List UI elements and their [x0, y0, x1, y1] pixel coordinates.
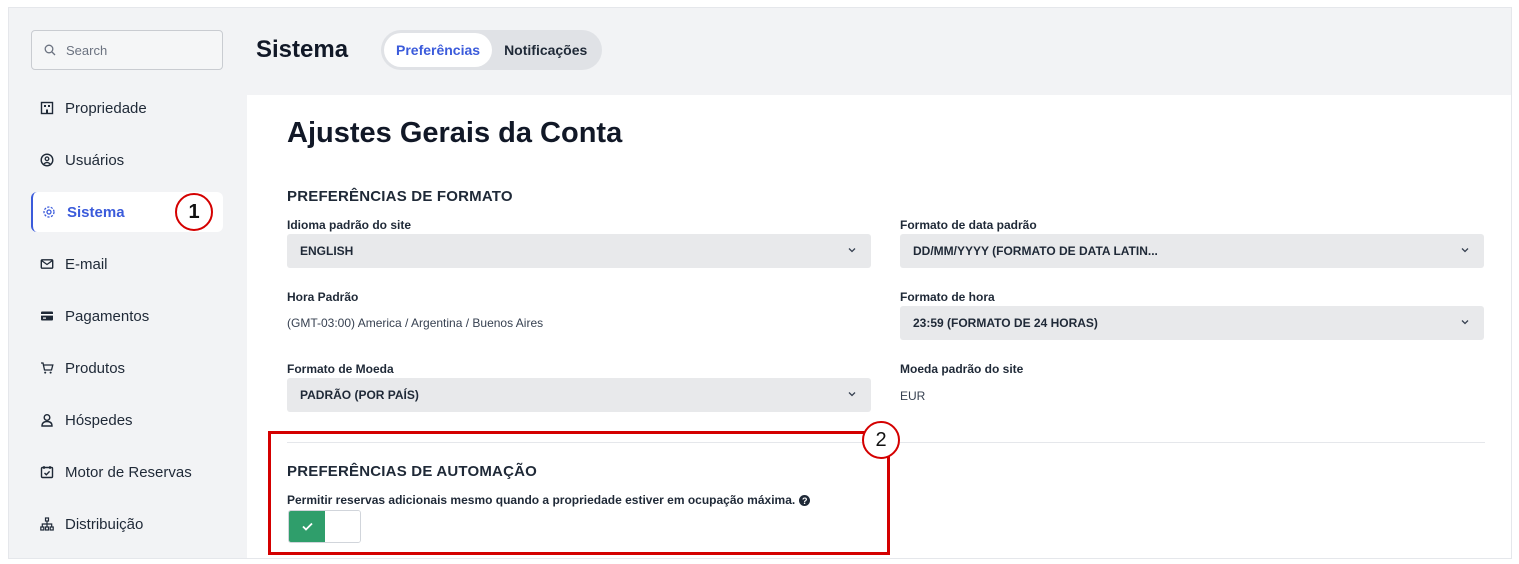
sidebar-item-usuarios[interactable]: Usuários — [31, 140, 223, 180]
search-icon — [44, 44, 56, 56]
sidebar-item-produtos[interactable]: Produtos — [31, 348, 223, 388]
search-input[interactable]: Search — [31, 30, 223, 70]
annotation-badge-2: 2 — [862, 421, 900, 459]
sidebar-item-label: E-mail — [65, 255, 108, 273]
chevron-down-icon — [848, 248, 856, 253]
language-value: ENGLISH — [300, 244, 354, 258]
user-icon — [39, 412, 55, 428]
sidebar-item-label: Pagamentos — [65, 307, 150, 325]
format-section-title: PREFERÊNCIAS DE FORMATO — [287, 188, 513, 205]
search-placeholder: Search — [66, 42, 108, 58]
sidebar-item-label: Motor de Reservas — [65, 463, 192, 481]
building-icon — [39, 100, 55, 116]
sidebar-item-propriedade[interactable]: Propriedade — [31, 88, 223, 128]
time-label: Hora Padrão — [287, 290, 359, 304]
currency-label: Moeda padrão do site — [900, 362, 1024, 376]
tab-preferencias[interactable]: Preferências — [384, 33, 493, 67]
hour-format-select[interactable]: 23:59 (FORMATO DE 24 HORAS) — [900, 306, 1484, 340]
annotation-highlight-box — [268, 431, 890, 555]
annotation-badge-1: 1 — [175, 193, 213, 231]
section-heading: Ajustes Gerais da Conta — [287, 117, 623, 149]
sidebar-item-pagamentos[interactable]: Pagamentos — [31, 296, 223, 336]
calendar-check-icon — [39, 464, 55, 480]
sidebar-nav: Propriedade Usuários Sistema 1 E-mail Pa… — [31, 88, 223, 556]
tab-notificacoes[interactable]: Notificações — [492, 33, 599, 67]
chevron-down-icon — [1461, 320, 1469, 325]
gear-icon — [41, 204, 57, 220]
date-format-label: Formato de data padrão — [900, 218, 1037, 232]
sidebar-item-label: Produtos — [65, 359, 126, 377]
sidebar-item-hospedes[interactable]: Hóspedes — [31, 400, 223, 440]
credit-card-icon — [39, 308, 55, 324]
hour-format-value: 23:59 (FORMATO DE 24 HORAS) — [913, 316, 1098, 330]
language-label: Idioma padrão do site — [287, 218, 412, 232]
language-select[interactable]: ENGLISH — [287, 234, 871, 268]
hour-format-label: Formato de hora — [900, 290, 995, 304]
tab-bar: Preferências Notificações — [381, 30, 603, 70]
date-format-value: DD/MM/YYYY (FORMATO DE DATA LATIN... — [913, 244, 1158, 258]
app-frame: Search Propriedade Usuários Sistema 1 E-… — [8, 7, 1512, 559]
cart-icon — [39, 360, 55, 376]
sidebar-item-label: Sistema — [67, 203, 125, 221]
date-format-select[interactable]: DD/MM/YYYY (FORMATO DE DATA LATIN... — [900, 234, 1484, 268]
sidebar-item-label: Hóspedes — [65, 411, 133, 429]
sidebar-item-sistema[interactable]: Sistema 1 — [31, 192, 223, 232]
time-value: (GMT-03:00) America / Argentina / Buenos… — [287, 316, 544, 330]
sidebar-item-motor-de-reservas[interactable]: Motor de Reservas — [31, 452, 223, 492]
currency-value: EUR — [900, 389, 926, 403]
chevron-down-icon — [848, 392, 856, 397]
currency-format-value: PADRÃO (POR PAÍS) — [300, 388, 419, 402]
sidebar-item-email[interactable]: E-mail — [31, 244, 223, 284]
sidebar-item-distribuicao[interactable]: Distribuição — [31, 504, 223, 544]
page-title: Sistema — [256, 36, 349, 63]
user-circle-icon — [39, 152, 55, 168]
currency-format-select[interactable]: PADRÃO (POR PAÍS) — [287, 378, 871, 412]
chevron-down-icon — [1461, 248, 1469, 253]
hierarchy-icon — [39, 516, 55, 532]
mail-icon — [39, 256, 55, 272]
sidebar-item-label: Usuários — [65, 151, 125, 169]
sidebar-item-label: Distribuição — [65, 515, 144, 533]
sidebar-item-label: Propriedade — [65, 99, 147, 117]
currency-format-label: Formato de Moeda — [287, 362, 394, 376]
